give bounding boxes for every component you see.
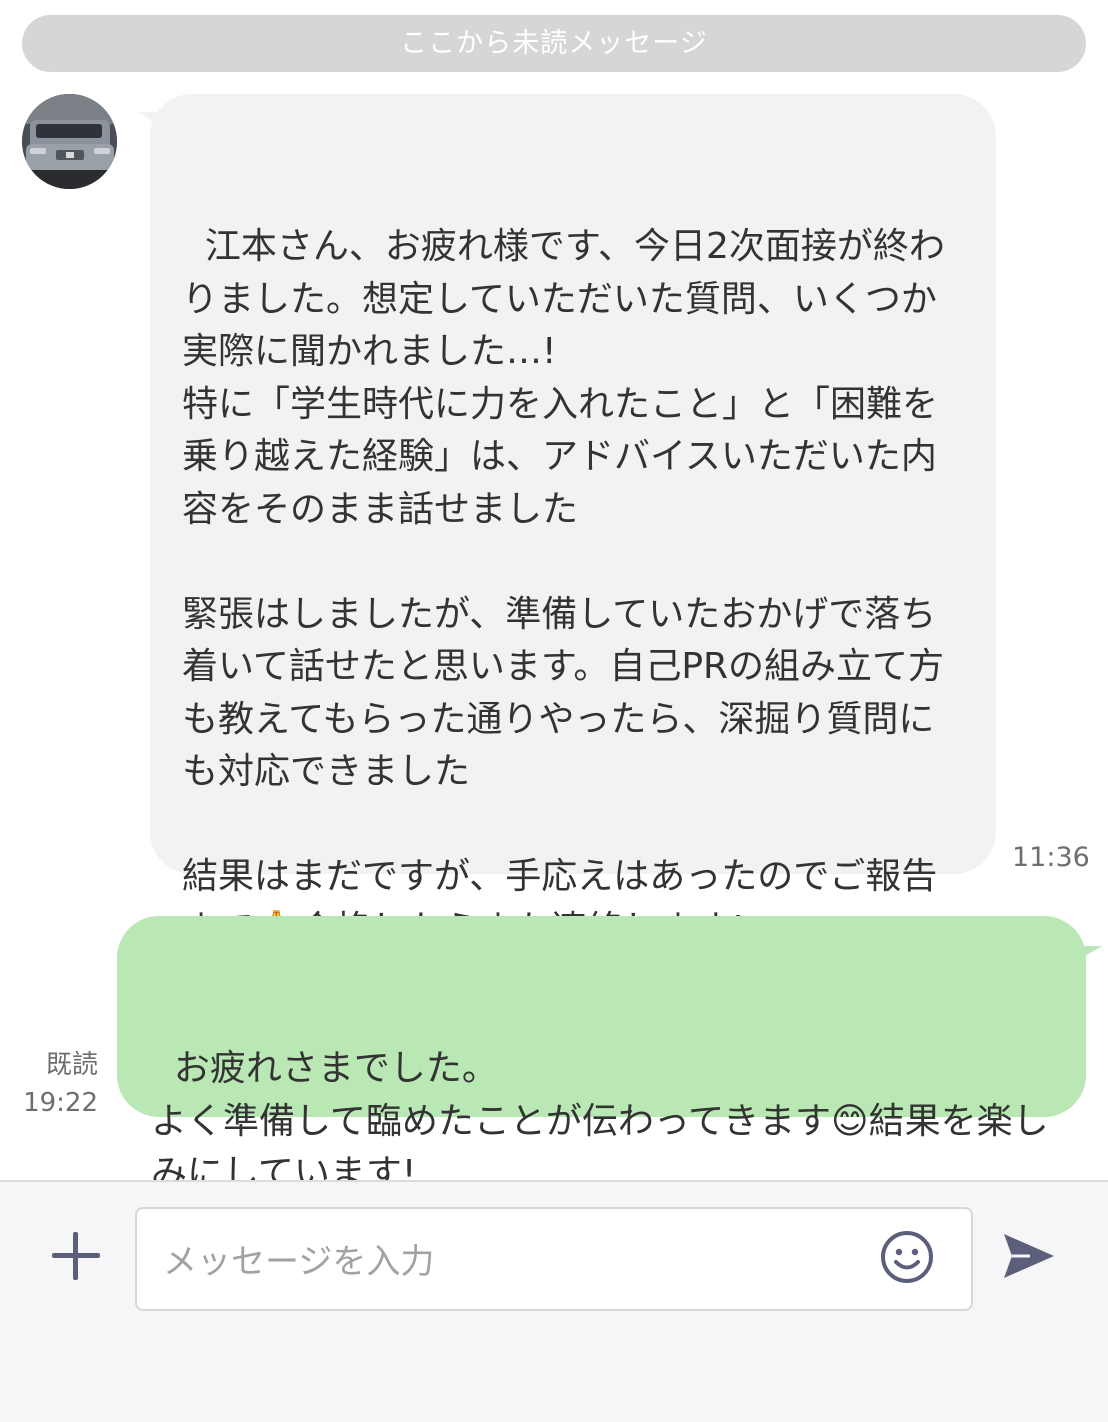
message-input-box[interactable]	[135, 1207, 973, 1311]
outgoing-message-time: 19:22	[23, 1088, 98, 1118]
incoming-message-text: 江本さん、お疲れ様です、今日2次面接が終わりました。想定していただいた質問、いく…	[182, 226, 945, 950]
bubble-tail	[138, 112, 160, 126]
outgoing-message-text: お疲れさまでした。 よく準備して臨めたことが伝わってきます😊結果を楽しみにしてい…	[151, 1048, 1049, 1194]
unread-messages-divider: ここから未読メッセージ	[22, 15, 1086, 72]
read-receipt: 既読 19:22	[20, 1046, 98, 1122]
message-input[interactable]	[161, 1231, 855, 1293]
avatar[interactable]	[22, 94, 117, 189]
send-icon[interactable]	[1000, 1230, 1058, 1282]
outgoing-message-bubble[interactable]: お疲れさまでした。 よく準備して臨めたことが伝わってきます😊結果を楽しみにしてい…	[117, 916, 1102, 1194]
plus-icon[interactable]	[50, 1230, 102, 1282]
bubble-tail	[1078, 946, 1102, 960]
message-input-bar	[0, 1180, 1108, 1422]
avatar-car-image	[22, 94, 117, 189]
incoming-message-bubble[interactable]: 江本さん、お疲れ様です、今日2次面接が終わりました。想定していただいた質問、いく…	[138, 94, 996, 950]
incoming-message-time: 11:36	[1012, 842, 1090, 873]
smiley-icon[interactable]	[879, 1229, 935, 1285]
read-label: 既読	[45, 1050, 98, 1080]
